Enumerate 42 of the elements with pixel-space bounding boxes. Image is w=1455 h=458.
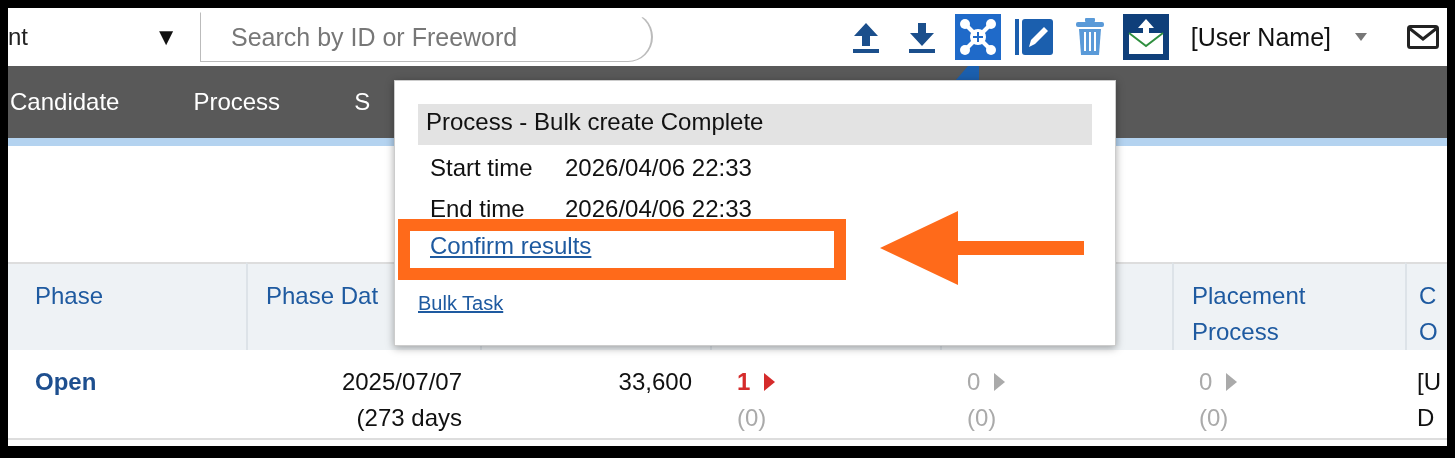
download-icon [906, 21, 937, 53]
header-text[interactable]: O [1419, 314, 1447, 350]
time-value: 2026/04/06 22:33 [565, 195, 752, 223]
count-text: (0) [1199, 403, 1230, 433]
time-value: 2026/04/06 22:33 [565, 154, 752, 182]
header-text[interactable]: C [1419, 278, 1447, 314]
trash-icon [1074, 18, 1105, 56]
count-text: (0) [967, 403, 998, 433]
nav-item[interactable]: S [354, 88, 371, 116]
time-label: End time [430, 195, 526, 223]
nav-item[interactable]: Process [193, 88, 281, 116]
table-cell-text: 33,600 [617, 367, 692, 397]
user-name[interactable]: [User Name] [1190, 22, 1331, 52]
caret-icon [1355, 33, 1367, 41]
popup-title: Process - Bulk create Complete [418, 104, 1092, 145]
count-text: (0) [737, 403, 768, 433]
mail-send-button[interactable] [1122, 14, 1169, 60]
count-link[interactable]: 1 [737, 364, 776, 400]
envelope-upload-icon [1126, 19, 1165, 55]
filter-dropdown[interactable]: nt ▼ [8, 9, 200, 65]
popup-pointer-icon [955, 66, 979, 81]
search-field[interactable]: Search by ID or Freeword [200, 12, 653, 62]
table-cell-text: D [1417, 403, 1436, 433]
header-text[interactable]: Phase [35, 278, 246, 314]
bulk-create-button[interactable] [954, 14, 1001, 60]
network-plus-icon [957, 17, 998, 57]
table-cell-text: (273 days [355, 403, 462, 433]
nav-item[interactable]: Candidate [10, 88, 120, 116]
table-cell-text: 2025/07/07 [340, 367, 462, 397]
phase-link[interactable]: Open [35, 364, 228, 400]
time-label: Start time [430, 154, 534, 182]
header-text[interactable]: Process [1192, 314, 1405, 350]
confirm-results-link[interactable]: Confirm results [430, 232, 592, 260]
bulk-task-link[interactable]: Bulk Task [418, 292, 504, 315]
table-cell-text: [U [1417, 367, 1441, 397]
play-icon [764, 373, 776, 391]
upload-icon [850, 21, 881, 53]
header-text[interactable]: Placement [1192, 278, 1405, 314]
play-icon [1226, 373, 1238, 391]
envelope-icon[interactable] [1407, 25, 1439, 49]
play-icon [994, 373, 1006, 391]
notebook-pencil-icon [1014, 17, 1053, 57]
